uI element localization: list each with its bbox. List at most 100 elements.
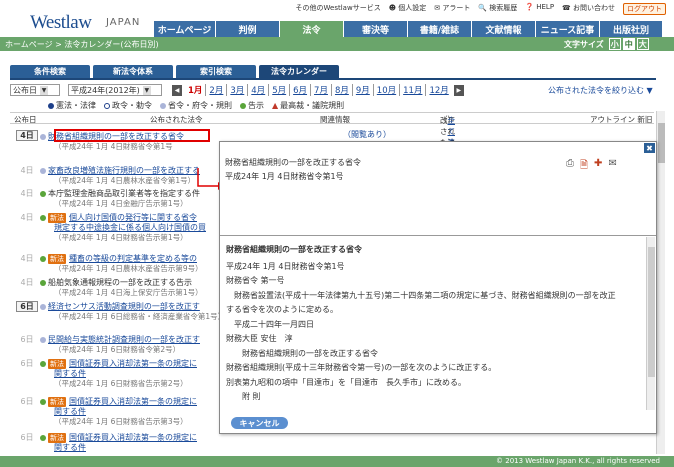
law-title-cont[interactable]: 関する件 bbox=[54, 442, 86, 453]
day-tag: 6日 bbox=[20, 433, 34, 442]
col-related: 関連情報 bbox=[320, 115, 350, 124]
popup-body: 財務省組織規則の一部を改正する省令 平成24年 1月 4日財務省令第1号 財務省… bbox=[226, 243, 644, 405]
utility-links: その他のWestlawサービス ☻ 個人設定 ✉ アラート 🔍 検索履歴 ❓ H… bbox=[296, 3, 666, 15]
nav-tab-publishers[interactable]: 出版社別 bbox=[600, 21, 662, 37]
prev-month-icon[interactable]: ◀ bbox=[172, 84, 182, 96]
month-12[interactable]: 12月 bbox=[426, 84, 451, 96]
chevron-down-icon: ▼ bbox=[40, 85, 48, 95]
month-4[interactable]: 4月 bbox=[248, 84, 270, 96]
col-law: 公布された法令 bbox=[150, 115, 203, 124]
font-size-control: 文字サイズ 小 中 大 bbox=[564, 38, 649, 50]
day-tag: 4日 bbox=[20, 213, 34, 222]
tab-condition-search[interactable]: 条件検索 bbox=[10, 65, 90, 78]
list-item: 船舶気象通報規程の一部を改正する告示 （平成24年 1月 4日海上保安庁告示第1… bbox=[40, 277, 203, 297]
law-subtitle: （平成24年 1月 4日財務省告示第1号） bbox=[54, 233, 188, 242]
subtab-underline bbox=[10, 78, 656, 80]
month-1[interactable]: 1月 bbox=[185, 84, 207, 96]
law-body-line: 平成24年 1月 4日財務省令第1号 bbox=[226, 261, 345, 271]
main-scrollbar[interactable] bbox=[656, 111, 665, 454]
day-tag: 6日 bbox=[20, 397, 34, 406]
month-2[interactable]: 2月 bbox=[206, 84, 228, 96]
day-tag: 6日 bbox=[20, 335, 34, 344]
nav-tab-home[interactable]: ホームページ bbox=[154, 21, 216, 37]
month-5[interactable]: 5月 bbox=[269, 84, 291, 96]
day-tag: 4日 bbox=[20, 166, 34, 175]
nav-tab-news[interactable]: ニュース記事 bbox=[536, 21, 600, 37]
viewed-label: （閲覧あり） bbox=[343, 130, 391, 139]
narrow-down-link[interactable]: 公布された法令を絞り込む ▼ bbox=[548, 85, 653, 96]
month-8[interactable]: 8月 bbox=[332, 84, 353, 96]
nav-tab-books[interactable]: 書籍/雑誌 bbox=[408, 21, 472, 37]
month-9[interactable]: 9月 bbox=[353, 84, 374, 96]
logout-button[interactable]: ログアウト bbox=[623, 3, 666, 15]
next-month-icon[interactable]: ▶ bbox=[453, 84, 464, 96]
month-selector: ◀ 1月 2月 3月 4月 5月 6月 7月 8月 9月 10月 11月 12月… bbox=[172, 84, 464, 96]
legend: 憲法・法律 政令・勅令 省令・府令・規則 告示 ▲ 最高裁・議院規則 bbox=[48, 100, 344, 111]
alert-link[interactable]: ✉ アラート bbox=[434, 3, 470, 15]
day-tag: 4日 bbox=[20, 254, 34, 263]
month-6[interactable]: 6月 bbox=[290, 84, 312, 96]
nav-tab-laws[interactable]: 法令 bbox=[280, 21, 344, 37]
day-tag: 6日 bbox=[16, 301, 38, 312]
font-size-label: 文字サイズ bbox=[564, 39, 604, 49]
law-subtitle: （平成24年 1月 6日総務省・経済産業省令第1号） bbox=[54, 312, 226, 321]
law-title[interactable]: 本庁監理金融商品取引業者等を指定する件 bbox=[48, 189, 200, 198]
tab-law-calendar[interactable]: 法令カレンダー bbox=[259, 65, 339, 78]
law-title-link[interactable]: 国債証券買入消却法第一条の規定に bbox=[69, 433, 197, 442]
law-body-line: 財務省令 第一号 bbox=[226, 276, 285, 285]
highlight-box bbox=[54, 129, 210, 142]
chevron-down-icon: ▼ bbox=[142, 85, 151, 95]
year-value: 平成24年(2012年) bbox=[71, 85, 140, 95]
day-tag: 4日 bbox=[20, 278, 34, 287]
help-link[interactable]: ❓ HELP bbox=[525, 3, 554, 15]
law-title-link[interactable]: 経済センサス活動調査規則の一部を改正す bbox=[48, 302, 200, 311]
font-size-medium[interactable]: 中 bbox=[622, 38, 635, 50]
nav-tab-decisions[interactable]: 審決等 bbox=[344, 21, 408, 37]
year-select[interactable]: 平成24年(2012年) ▼ bbox=[68, 84, 162, 96]
other-services-link[interactable]: その他のWestlawサービス bbox=[296, 3, 381, 15]
font-size-small[interactable]: 小 bbox=[608, 38, 621, 50]
col-outline: アウトライン 新旧 bbox=[590, 115, 653, 124]
close-icon[interactable]: ✖ bbox=[644, 143, 655, 153]
month-11[interactable]: 11月 bbox=[400, 84, 427, 96]
cancel-button[interactable]: キャンセル bbox=[231, 417, 288, 429]
contact-link[interactable]: ☎ お問い合わせ bbox=[562, 3, 615, 15]
law-title-link[interactable]: 国債証券買入消却法第一条の規定に bbox=[69, 359, 197, 368]
date-type-select[interactable]: 公布日 ▼ bbox=[10, 84, 60, 96]
list-item: 経済センサス活動調査規則の一部を改正す （平成24年 1月 6日総務省・経済産業… bbox=[40, 301, 225, 321]
list-item: 新法 国債証券買入消却法第一条の規定に 関する件 （平成24年 1月 6日財務省告… bbox=[40, 358, 197, 388]
law-subtitle: （平成24年 1月 4日財務省令第1号 bbox=[54, 142, 173, 151]
nav-tab-cases[interactable]: 判例 bbox=[216, 21, 280, 37]
subtabs: 条件検索 新法令体系 索引検索 法令カレンダー bbox=[10, 65, 339, 78]
mail-icon[interactable]: ✉ bbox=[608, 158, 616, 175]
month-3[interactable]: 3月 bbox=[227, 84, 249, 96]
list-item: 新法 国債証券買入消却法第一条の規定に 関する件 （平成24年 1月 6日財務省告… bbox=[40, 396, 197, 426]
month-10[interactable]: 10月 bbox=[374, 84, 401, 96]
download-icon[interactable]: 🗎 bbox=[580, 158, 588, 175]
law-body-line: 別表第九昭和の項中「目達市」を「目達市 長久手市」に改める。 bbox=[226, 377, 466, 387]
law-title-link[interactable]: 個人向け国債の発行等に関する省令 bbox=[69, 213, 197, 222]
law-title[interactable]: 船舶気象通報規程の一部を改正する告示 bbox=[48, 278, 192, 287]
breadcrumb: ホームページ > 法令カレンダー(公布日別) bbox=[5, 40, 159, 49]
tab-index-search[interactable]: 索引検索 bbox=[176, 65, 256, 78]
history-link[interactable]: 🔍 検索履歴 bbox=[478, 3, 517, 15]
font-size-large[interactable]: 大 bbox=[636, 38, 649, 50]
law-title-link[interactable]: 家畜改良増殖法施行規則の一部を改正する bbox=[48, 166, 200, 175]
popup-scrollbar[interactable] bbox=[646, 237, 655, 410]
personal-settings-link[interactable]: ☻ 個人設定 bbox=[389, 3, 427, 15]
add-icon[interactable]: ✚ bbox=[594, 158, 602, 175]
law-title-link[interactable]: 種畜の等級の判定基準を定める等の bbox=[69, 254, 197, 263]
nav-tab-literature[interactable]: 文献情報 bbox=[472, 21, 536, 37]
law-title-link[interactable]: 民間給与実態統計調査規則の一部を改正す bbox=[48, 335, 200, 344]
print-icon[interactable]: ⎙ bbox=[566, 158, 574, 175]
list-item: 民間給与実態統計調査規則の一部を改正す （平成24年 1月 6日財務省令第2号） bbox=[40, 334, 200, 354]
tab-new-law-system[interactable]: 新法令体系 bbox=[93, 65, 173, 78]
law-body-line: 財務省設置法(平成十一年法律第九十五号)第二十四条第二項の規定に基づき、財務省組… bbox=[226, 290, 616, 300]
date-type-value: 公布日 bbox=[13, 85, 37, 95]
month-7[interactable]: 7月 bbox=[311, 84, 332, 96]
westlaw-logo[interactable]: Westlaw bbox=[30, 12, 92, 34]
list-item: 新法 国債証券買入消却法第一条の規定に 関する件 bbox=[40, 432, 197, 452]
law-title-link[interactable]: 国債証券買入消却法第一条の規定に bbox=[69, 397, 197, 406]
list-item: 家畜改良増殖法施行規則の一部を改正する （平成24年 1月 4日農林水産省令第1… bbox=[40, 165, 200, 185]
legend-item: ▲ 最高裁・議院規則 bbox=[272, 101, 345, 110]
